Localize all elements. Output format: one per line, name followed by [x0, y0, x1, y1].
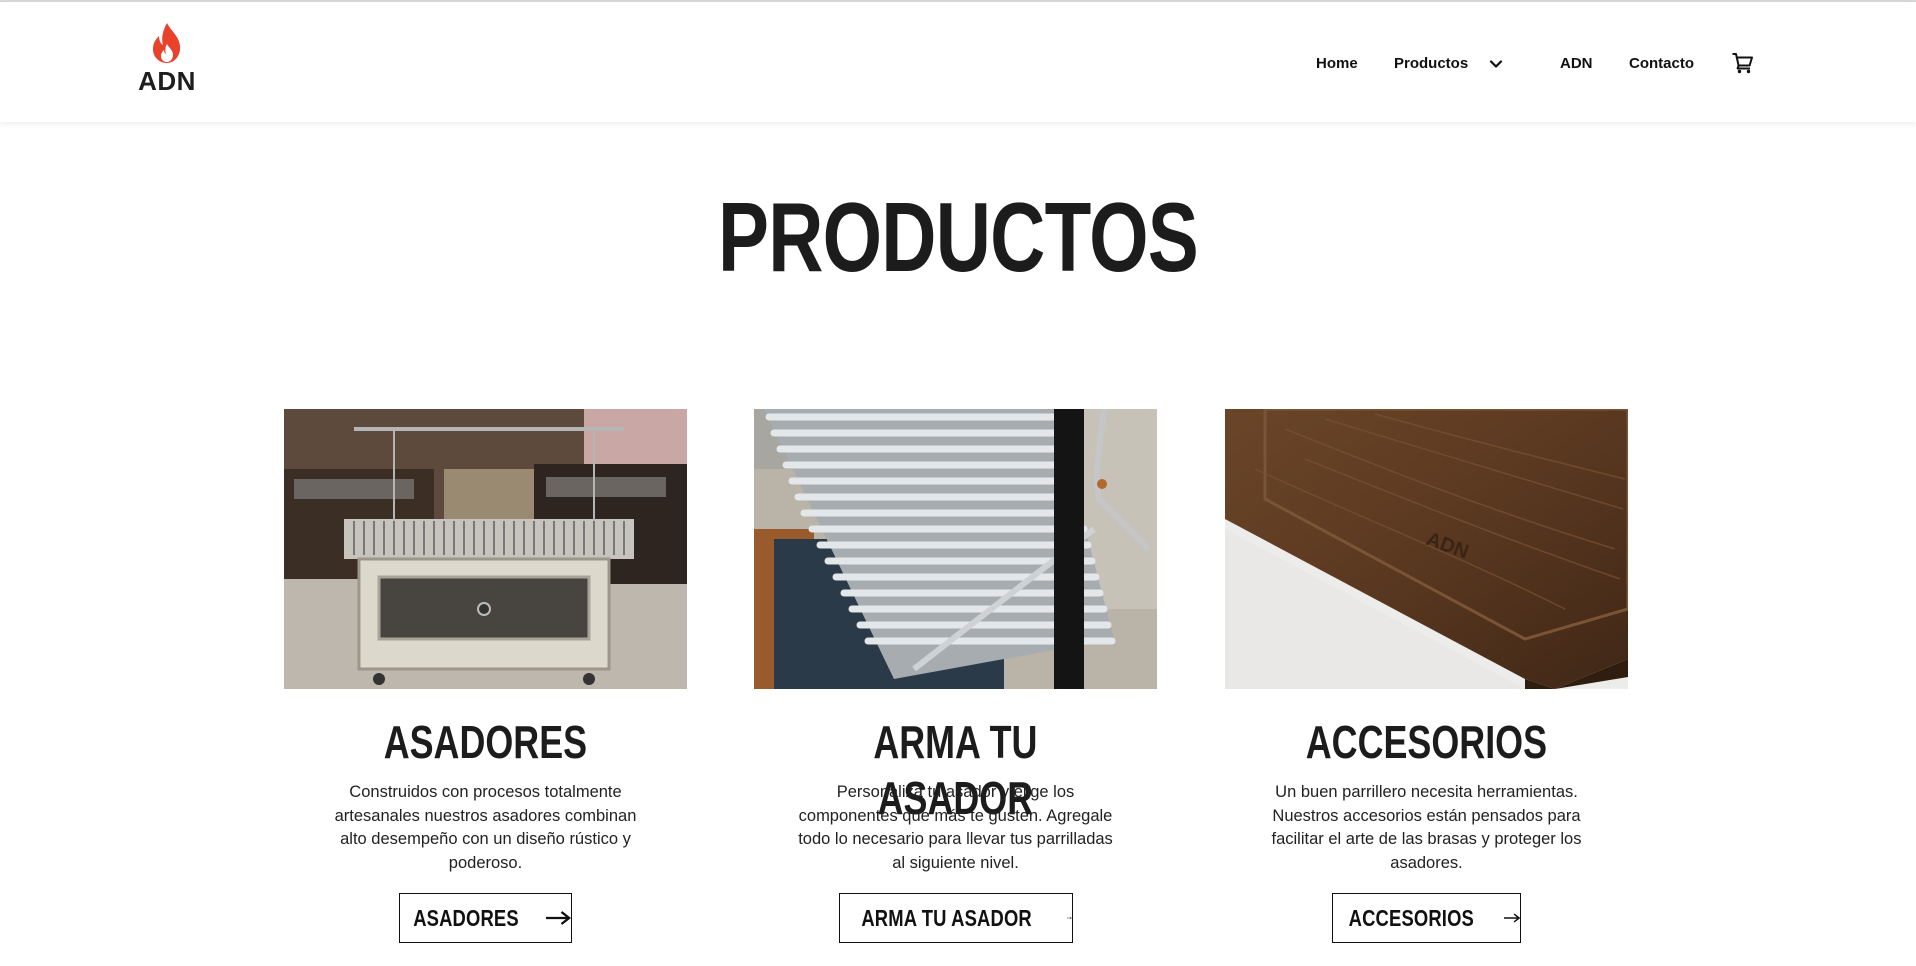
- arma-tu-asador-button[interactable]: ARMA TU ASADOR: [839, 893, 1073, 943]
- button-label: ASADORES: [413, 904, 519, 931]
- card-title: ASADORES: [383, 716, 588, 768]
- arrow-right-icon: [1503, 913, 1520, 923]
- accesorios-button[interactable]: ACCESORIOS: [1332, 893, 1521, 943]
- nav-adn[interactable]: ADN: [1560, 52, 1593, 76]
- button-label: ARMA TU ASADOR: [861, 904, 1032, 931]
- arrow-right-icon: [1067, 916, 1072, 920]
- asadores-image[interactable]: [284, 409, 687, 689]
- site-header: ADN Home Productos ADN Contacto: [0, 2, 1916, 122]
- arrow-right-icon: [545, 911, 571, 925]
- card-description: Personaliza tu asador y elige los compon…: [798, 783, 1113, 872]
- page-title: PRODUCTOS: [718, 182, 1199, 292]
- shopping-cart-icon[interactable]: [1731, 51, 1755, 75]
- button-label: ACCESORIOS: [1348, 904, 1474, 931]
- card-description: Un buen parrillero necesita herramientas…: [1271, 783, 1582, 872]
- nav-contact[interactable]: Contacto: [1629, 52, 1694, 76]
- asadores-button[interactable]: ASADORES: [399, 893, 572, 943]
- product-card-arma-tu-asador: ARMA TU ASADOR Personaliza tu asador y e…: [754, 409, 1157, 949]
- arma-tu-asador-image[interactable]: [754, 409, 1157, 689]
- main-nav: Home Productos ADN Contacto: [0, 52, 1916, 76]
- card-title: ACCESORIOS: [1305, 716, 1547, 768]
- accesorios-image[interactable]: ADN: [1225, 409, 1628, 689]
- product-card-accesorios: ADN ACCESORIOS Un buen parrillero necesi…: [1225, 409, 1628, 949]
- nav-home[interactable]: Home: [1316, 52, 1358, 76]
- card-description: Construidos con procesos totalmente arte…: [334, 783, 637, 872]
- chevron-down-icon[interactable]: [1488, 56, 1504, 72]
- nav-products[interactable]: Productos: [1394, 52, 1468, 76]
- product-card-asadores: ASADORES Construidos con procesos totalm…: [284, 409, 687, 949]
